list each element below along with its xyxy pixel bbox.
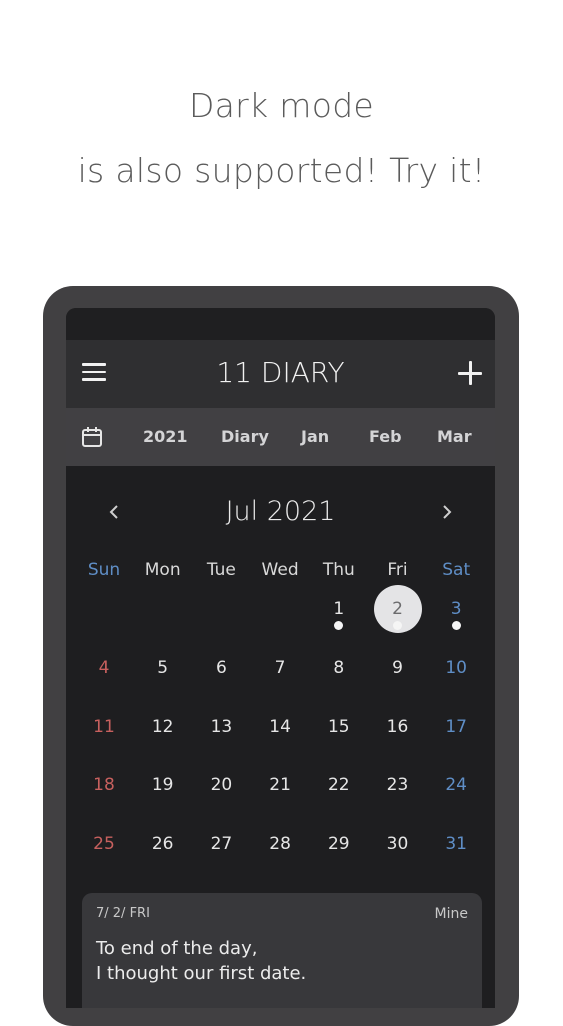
month-title: Jul 2021 xyxy=(225,496,336,527)
calendar-day-12[interactable]: 12 xyxy=(134,717,192,737)
calendar-day-21[interactable]: 21 xyxy=(251,775,309,795)
calendar-day-25[interactable]: 25 xyxy=(75,834,133,854)
tab-mar[interactable]: Mar xyxy=(437,427,472,446)
calendar-day-2[interactable]: 2 xyxy=(369,599,427,619)
calendar-day-11[interactable]: 11 xyxy=(75,717,133,737)
app-bar: 11 DIARY xyxy=(66,340,495,408)
entry-indicator-dot xyxy=(451,621,461,630)
calendar-day-16[interactable]: 16 xyxy=(369,717,427,737)
entry-tag: Mine xyxy=(434,906,468,922)
tab-2021[interactable]: 2021 xyxy=(143,427,188,446)
entry-text-line-1: To end of the day, xyxy=(96,938,258,959)
calendar-day-20[interactable]: 20 xyxy=(192,775,250,795)
calendar-day-30[interactable]: 30 xyxy=(369,834,427,854)
calendar-day-23[interactable]: 23 xyxy=(369,775,427,795)
plus-icon[interactable] xyxy=(457,360,483,386)
status-bar xyxy=(66,308,495,340)
calendar-day-7[interactable]: 7 xyxy=(251,658,309,678)
weekday-thu: Thu xyxy=(322,560,355,580)
weekday-fri: Fri xyxy=(387,560,408,580)
calendar-day-19[interactable]: 19 xyxy=(134,775,192,795)
chevron-right-icon[interactable] xyxy=(439,504,455,520)
calendar-day-27[interactable]: 27 xyxy=(192,834,250,854)
entry-date: 7/ 2/ FRI xyxy=(96,906,150,921)
tab-jan[interactable]: Jan xyxy=(301,427,329,446)
calendar-day-29[interactable]: 29 xyxy=(310,834,368,854)
calendar-day-15[interactable]: 15 xyxy=(310,717,368,737)
diary-entry-card[interactable]: 7/ 2/ FRI Mine To end of the day, I thou… xyxy=(82,893,482,1008)
calendar-day-26[interactable]: 26 xyxy=(134,834,192,854)
calendar-day-6[interactable]: 6 xyxy=(192,658,250,678)
promo-line-2: is also supported! Try it! xyxy=(77,151,486,190)
calendar-day-10[interactable]: 10 xyxy=(427,658,485,678)
tab-bar: 2021 Diary Jan Feb Mar xyxy=(66,408,495,466)
promo-line-1: Dark mode xyxy=(188,86,375,125)
weekday-sun: Sun xyxy=(87,560,121,580)
app-title: 11 DIARY xyxy=(216,356,345,389)
calendar-day-18[interactable]: 18 xyxy=(75,775,133,795)
calendar-day-4[interactable]: 4 xyxy=(75,658,133,678)
entry-text: To end of the day, I thought our first d… xyxy=(96,936,306,986)
calendar-day-22[interactable]: 22 xyxy=(310,775,368,795)
calendar-icon[interactable] xyxy=(81,426,103,448)
tab-feb[interactable]: Feb xyxy=(369,427,402,446)
app-screen: 11 DIARY 2021 Diary Jan Feb Mar Jul 2021… xyxy=(66,308,495,1008)
weekday-tue: Tue xyxy=(206,560,236,580)
calendar-day-13[interactable]: 13 xyxy=(192,717,250,737)
tab-diary[interactable]: Diary xyxy=(221,427,269,446)
entry-indicator-dot xyxy=(334,621,344,630)
entry-text-line-2: I thought our first date. xyxy=(96,963,307,984)
weekday-sat: Sat xyxy=(442,560,471,580)
calendar-day-9[interactable]: 9 xyxy=(369,658,427,678)
entry-indicator-dot xyxy=(393,621,402,630)
calendar-day-3[interactable]: 3 xyxy=(427,599,485,619)
calendar-day-14[interactable]: 14 xyxy=(251,717,309,737)
calendar-day-28[interactable]: 28 xyxy=(251,834,309,854)
weekday-mon: Mon xyxy=(144,560,181,580)
calendar-day-31[interactable]: 31 xyxy=(427,834,485,854)
weekday-wed: Wed xyxy=(261,560,299,580)
calendar-day-5[interactable]: 5 xyxy=(134,658,192,678)
calendar-day-24[interactable]: 24 xyxy=(427,775,485,795)
calendar-day-17[interactable]: 17 xyxy=(427,717,485,737)
calendar-day-8[interactable]: 8 xyxy=(310,658,368,678)
calendar-day-1[interactable]: 1 xyxy=(310,599,368,619)
